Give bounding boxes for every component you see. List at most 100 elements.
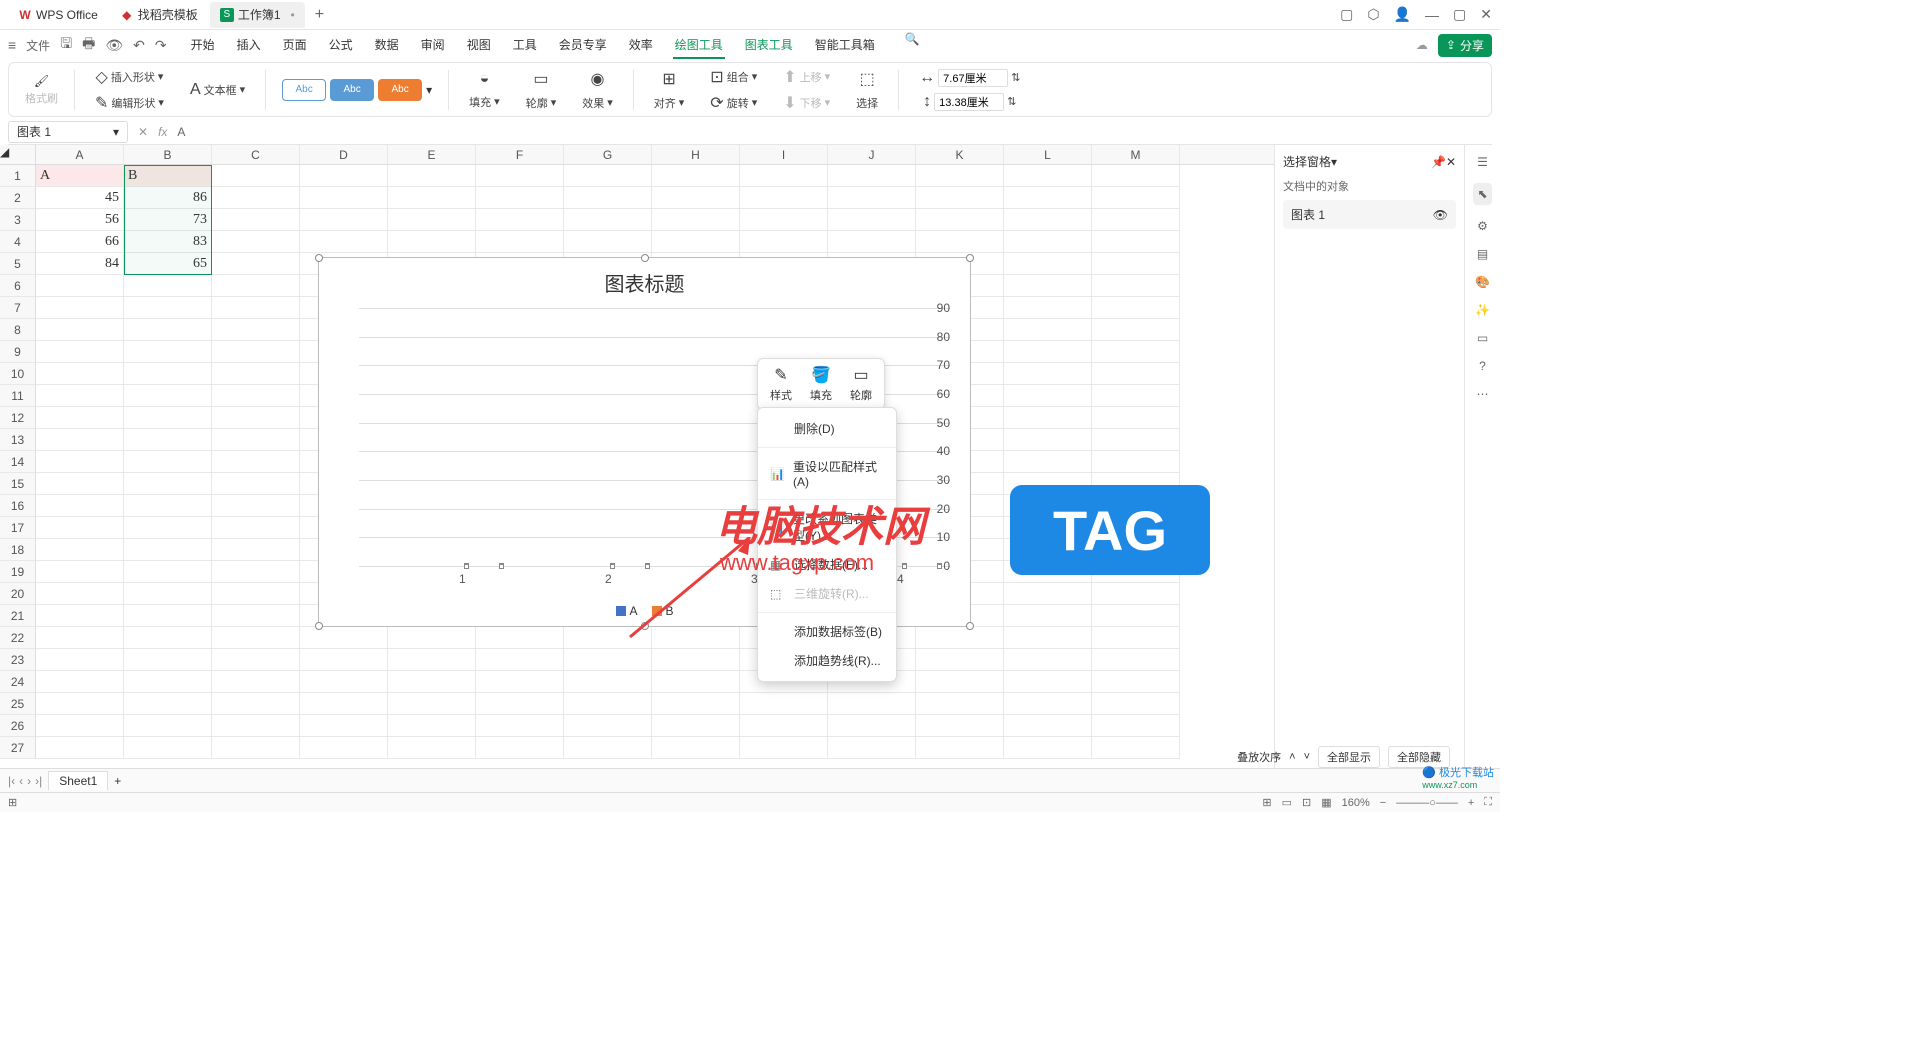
cell[interactable] bbox=[36, 275, 124, 297]
cell[interactable] bbox=[476, 715, 564, 737]
cell[interactable] bbox=[1092, 627, 1180, 649]
cell[interactable] bbox=[212, 363, 300, 385]
row-header[interactable]: 10 bbox=[0, 363, 36, 385]
insert-shape-button[interactable]: ◇插入形状▾ bbox=[92, 65, 168, 89]
cell[interactable] bbox=[828, 693, 916, 715]
cancel-icon[interactable]: ✕ bbox=[138, 125, 148, 139]
cell[interactable] bbox=[1004, 187, 1092, 209]
chevron-down-icon[interactable]: ▾ bbox=[426, 83, 432, 97]
layers-icon[interactable]: ▤ bbox=[1477, 247, 1488, 261]
menu-chart-tools[interactable]: 图表工具 bbox=[743, 32, 795, 59]
row-header[interactable]: 14 bbox=[0, 451, 36, 473]
view-reader-icon[interactable]: ▦ bbox=[1321, 796, 1331, 809]
settings-icon[interactable]: ⚙ bbox=[1477, 219, 1488, 233]
cell[interactable] bbox=[1092, 275, 1180, 297]
cell[interactable] bbox=[36, 407, 124, 429]
column-header[interactable]: D bbox=[300, 145, 388, 164]
cell[interactable] bbox=[1004, 253, 1092, 275]
cell[interactable] bbox=[916, 165, 1004, 187]
cell[interactable] bbox=[36, 429, 124, 451]
cell[interactable] bbox=[212, 275, 300, 297]
cell[interactable] bbox=[36, 495, 124, 517]
cell[interactable] bbox=[212, 583, 300, 605]
maximize-button[interactable]: ▢ bbox=[1453, 6, 1466, 23]
cell[interactable] bbox=[212, 165, 300, 187]
fit-icon[interactable]: ⛶ bbox=[1484, 796, 1492, 809]
cell[interactable] bbox=[1004, 297, 1092, 319]
page-icon[interactable]: ▭ bbox=[1477, 331, 1488, 345]
cell[interactable] bbox=[36, 671, 124, 693]
cell[interactable] bbox=[124, 495, 212, 517]
cell[interactable] bbox=[36, 319, 124, 341]
cell[interactable] bbox=[36, 561, 124, 583]
app-icon[interactable]: ▢ bbox=[1340, 6, 1353, 23]
fx-icon[interactable]: fx bbox=[158, 125, 167, 139]
cell[interactable]: 45 bbox=[36, 187, 124, 209]
cell[interactable] bbox=[124, 319, 212, 341]
sheet-tab[interactable]: Sheet1 bbox=[48, 771, 108, 790]
cell[interactable] bbox=[1092, 583, 1180, 605]
cell[interactable] bbox=[1092, 385, 1180, 407]
cell[interactable] bbox=[388, 165, 476, 187]
cell[interactable] bbox=[300, 187, 388, 209]
cell[interactable] bbox=[1004, 737, 1092, 759]
tab-workbook[interactable]: S 工作簿1 • bbox=[210, 2, 305, 28]
shape-style-gallery[interactable]: Abc Abc Abc ▾ bbox=[276, 79, 438, 101]
cell[interactable] bbox=[916, 693, 1004, 715]
cell[interactable] bbox=[652, 671, 740, 693]
row-header[interactable]: 16 bbox=[0, 495, 36, 517]
undo-icon[interactable]: ↶ bbox=[133, 37, 145, 54]
ctx-reset-style[interactable]: 📊重设以匹配样式(A) bbox=[758, 452, 896, 495]
column-header[interactable]: L bbox=[1004, 145, 1092, 164]
cell[interactable] bbox=[1092, 737, 1180, 759]
menu-tools[interactable]: 工具 bbox=[511, 32, 539, 59]
cell[interactable] bbox=[1092, 363, 1180, 385]
row-header[interactable]: 20 bbox=[0, 583, 36, 605]
menu-vip[interactable]: 会员专享 bbox=[557, 32, 609, 59]
cell[interactable] bbox=[652, 187, 740, 209]
row-header[interactable]: 21 bbox=[0, 605, 36, 627]
cell[interactable] bbox=[652, 715, 740, 737]
cell[interactable] bbox=[564, 649, 652, 671]
cell[interactable] bbox=[212, 693, 300, 715]
resize-handle[interactable] bbox=[315, 254, 323, 262]
palette-icon[interactable]: 🎨 bbox=[1475, 275, 1490, 289]
down-icon[interactable]: ˅ bbox=[1304, 751, 1310, 763]
cell[interactable] bbox=[1004, 363, 1092, 385]
shape-preset-3[interactable]: Abc bbox=[378, 79, 422, 101]
cell[interactable] bbox=[36, 693, 124, 715]
cell[interactable] bbox=[1092, 649, 1180, 671]
ctx-add-labels[interactable]: 添加数据标签(B) bbox=[758, 617, 896, 646]
cell[interactable] bbox=[652, 209, 740, 231]
cell[interactable]: B bbox=[124, 165, 212, 187]
zoom-level[interactable]: 160% bbox=[1342, 797, 1370, 809]
row-header[interactable]: 22 bbox=[0, 627, 36, 649]
cell[interactable] bbox=[1004, 649, 1092, 671]
cell[interactable] bbox=[652, 737, 740, 759]
cell[interactable] bbox=[652, 231, 740, 253]
cell[interactable] bbox=[916, 231, 1004, 253]
move-up-button[interactable]: ⬆上移▾ bbox=[779, 65, 834, 89]
save-icon[interactable]: 🖫 bbox=[60, 33, 72, 57]
cell[interactable] bbox=[1092, 209, 1180, 231]
spreadsheet-grid[interactable]: ◢ ABCDEFGHIJKLM 1AB245863567346683584656… bbox=[0, 145, 1274, 805]
column-header[interactable]: J bbox=[828, 145, 916, 164]
cell[interactable] bbox=[652, 627, 740, 649]
name-box[interactable]: 图表 1 ▾ bbox=[8, 121, 128, 143]
cell[interactable] bbox=[564, 231, 652, 253]
cell[interactable] bbox=[212, 231, 300, 253]
cell[interactable]: 86 bbox=[124, 187, 212, 209]
row-header[interactable]: 17 bbox=[0, 517, 36, 539]
column-header[interactable]: C bbox=[212, 145, 300, 164]
cell[interactable] bbox=[1004, 429, 1092, 451]
cell[interactable] bbox=[1004, 693, 1092, 715]
cell[interactable] bbox=[212, 715, 300, 737]
cell[interactable] bbox=[828, 165, 916, 187]
column-header[interactable]: M bbox=[1092, 145, 1180, 164]
row-header[interactable]: 4 bbox=[0, 231, 36, 253]
menu-draw-tools[interactable]: 绘图工具 bbox=[673, 32, 725, 59]
menu-start[interactable]: 开始 bbox=[189, 32, 217, 59]
eye-icon[interactable]: 👁 bbox=[1433, 208, 1448, 222]
menu-page[interactable]: 页面 bbox=[281, 32, 309, 59]
cell[interactable] bbox=[1004, 385, 1092, 407]
